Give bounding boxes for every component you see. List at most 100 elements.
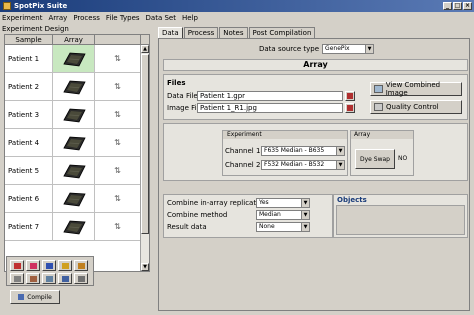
image-icon: [374, 85, 383, 93]
table-row[interactable]: Patient 7 ⇅: [5, 213, 149, 241]
combine-method-select[interactable]: Median ▼: [256, 210, 310, 220]
tool-image-button[interactable]: [42, 260, 56, 271]
table-row[interactable]: Patient 1 ⇅: [5, 45, 149, 73]
sample-cell[interactable]: Patient 1: [5, 45, 53, 72]
objects-area[interactable]: [336, 205, 465, 235]
tool-grid-button[interactable]: [42, 273, 56, 284]
array-slide-icon: [62, 52, 86, 66]
menu-process[interactable]: Process: [73, 14, 100, 22]
tab-strip: Data Process Notes Post Compilation: [158, 27, 316, 38]
compile-label: Compile: [27, 293, 52, 301]
delete-icon: [13, 262, 21, 269]
chevron-down-icon: ▼: [301, 223, 309, 231]
tool-paste-button[interactable]: [26, 273, 40, 284]
channel-1-select[interactable]: F635 Median - B635 ▼: [261, 146, 345, 156]
array-slide-icon: [62, 80, 86, 94]
table-row[interactable]: Patient 2 ⇅: [5, 73, 149, 101]
menu-file-types[interactable]: File Types: [106, 14, 140, 22]
combine-replicates-select[interactable]: Yes ▼: [256, 198, 310, 208]
image-file-browse-button[interactable]: [345, 103, 355, 113]
column-header-sample[interactable]: Sample: [5, 35, 53, 44]
tab-notes[interactable]: Notes: [219, 27, 248, 38]
channel-2-label: Channel 2: [225, 161, 261, 169]
scroll-thumb[interactable]: [141, 54, 149, 234]
close-button[interactable]: ×: [463, 2, 472, 10]
chevron-down-icon: ▼: [301, 211, 309, 219]
array-cell[interactable]: [53, 129, 95, 156]
array-cell[interactable]: [53, 185, 95, 212]
data-source-value: GenePix: [325, 45, 350, 52]
minimize-button[interactable]: _: [443, 2, 452, 10]
data-source-label: Data source type: [259, 45, 320, 53]
scroll-down-arrow-icon[interactable]: ▼: [141, 263, 149, 271]
tab-post-compilation[interactable]: Post Compilation: [248, 27, 316, 38]
tool-edit-button[interactable]: [58, 260, 72, 271]
view-combined-image-button[interactable]: View Combined Image: [370, 81, 462, 97]
sort-arrows-icon[interactable]: ⇅: [95, 157, 141, 184]
dye-swap-button[interactable]: Dye Swap: [355, 149, 395, 169]
print-icon: [77, 275, 85, 282]
sample-cell[interactable]: Patient 2: [5, 73, 53, 100]
sample-cell[interactable]: Patient 7: [5, 213, 53, 240]
tab-process[interactable]: Process: [183, 27, 219, 38]
data-source-row: Data source type GenePix ▼: [259, 44, 375, 54]
array-cell[interactable]: [53, 73, 95, 100]
data-source-select[interactable]: GenePix ▼: [322, 44, 375, 54]
chevron-down-icon: ▼: [301, 199, 309, 207]
tool-copy-button[interactable]: [10, 273, 24, 284]
experiment-design-panel: Experiment Design Sample Array Patient 1…: [2, 24, 152, 313]
data-file-field[interactable]: Patient 1.gpr: [197, 91, 343, 101]
design-toolbar: [6, 256, 94, 286]
sort-arrows-icon[interactable]: ⇅: [95, 213, 141, 240]
tool-add-button[interactable]: [26, 260, 40, 271]
compile-button[interactable]: Compile: [10, 290, 60, 304]
array-slide-icon: [62, 164, 86, 178]
sort-arrows-icon[interactable]: ⇅: [95, 101, 141, 128]
data-file-label: Data File: [167, 92, 198, 100]
sort-arrows-icon[interactable]: ⇅: [95, 45, 141, 72]
quality-control-button[interactable]: Quality Control: [370, 100, 462, 114]
array-cell[interactable]: [53, 213, 95, 240]
result-data-select[interactable]: None ▼: [256, 222, 310, 232]
tab-data[interactable]: Data: [158, 27, 183, 38]
details-panel: Data Process Notes Post Compilation Data…: [156, 24, 472, 313]
sort-arrows-icon[interactable]: ⇅: [95, 185, 141, 212]
maximize-button[interactable]: □: [453, 2, 462, 10]
tool-folder-button[interactable]: [74, 260, 88, 271]
tool-save-button[interactable]: [58, 273, 72, 284]
dye-swap-status: NO: [398, 155, 408, 162]
paste-icon: [29, 275, 37, 282]
grid-scrollbar[interactable]: ▲ ▼: [140, 45, 149, 271]
table-row[interactable]: Patient 5 ⇅: [5, 157, 149, 185]
column-header-array[interactable]: Array: [53, 35, 95, 44]
menu-array[interactable]: Array: [48, 14, 67, 22]
sort-arrows-icon[interactable]: ⇅: [95, 129, 141, 156]
array-group-header: Array: [351, 131, 413, 139]
channel-2-value: F532 Median - B532: [264, 161, 325, 168]
data-file-browse-button[interactable]: [345, 91, 355, 101]
sample-cell[interactable]: Patient 4: [5, 129, 53, 156]
table-row[interactable]: Patient 4 ⇅: [5, 129, 149, 157]
menu-experiment[interactable]: Experiment: [2, 14, 42, 22]
menu-data-set[interactable]: Data Set: [146, 14, 176, 22]
menu-help[interactable]: Help: [182, 14, 198, 22]
tool-delete-button[interactable]: [10, 260, 24, 271]
browse-icon: [347, 105, 353, 111]
array-cell[interactable]: [53, 157, 95, 184]
table-row[interactable]: Patient 6 ⇅: [5, 185, 149, 213]
array-cell[interactable]: [53, 101, 95, 128]
sort-arrows-icon[interactable]: ⇅: [95, 73, 141, 100]
app-icon: [3, 2, 11, 10]
chevron-down-icon: ▼: [336, 147, 344, 155]
sample-cell[interactable]: Patient 3: [5, 101, 53, 128]
quality-icon: [374, 103, 383, 111]
array-cell[interactable]: [53, 45, 95, 72]
table-row[interactable]: Patient 3 ⇅: [5, 101, 149, 129]
sample-cell[interactable]: Patient 6: [5, 185, 53, 212]
folder-icon: [77, 262, 85, 269]
tool-print-button[interactable]: [74, 273, 88, 284]
sample-cell[interactable]: Patient 5: [5, 157, 53, 184]
channel-2-select[interactable]: F532 Median - B532 ▼: [261, 160, 345, 170]
scroll-up-arrow-icon[interactable]: ▲: [141, 45, 149, 53]
image-file-field[interactable]: Patient 1_R1.jpg: [197, 103, 343, 113]
